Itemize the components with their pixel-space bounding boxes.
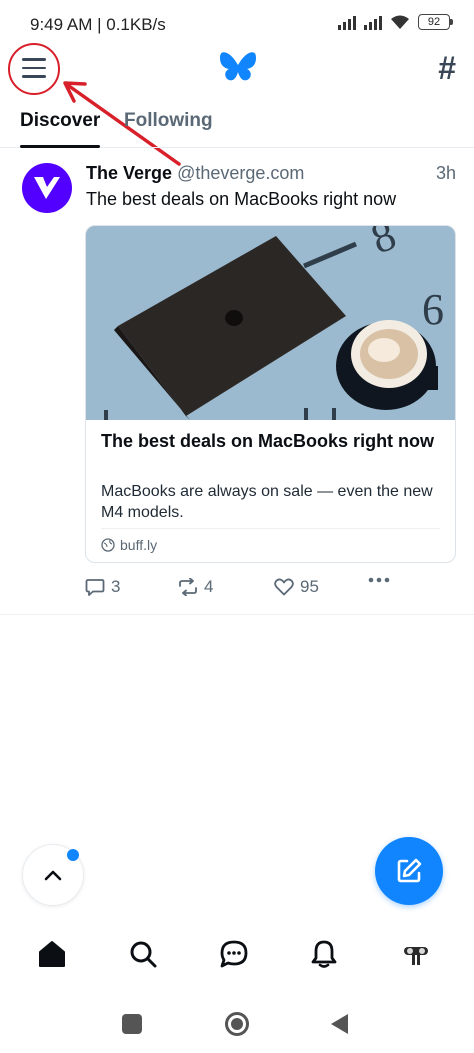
nav-home[interactable] <box>34 936 70 972</box>
bottom-nav <box>0 924 474 984</box>
link-card-domain: buff.ly <box>120 537 158 553</box>
nav-notifications[interactable] <box>306 936 342 972</box>
tab-indicator <box>20 145 100 148</box>
link-card-title: The best deals on MacBooks right now <box>101 431 435 451</box>
globe-icon <box>101 538 115 552</box>
more-dots-icon <box>368 577 390 583</box>
battery-icon: 92 <box>418 14 453 30</box>
search-icon <box>130 941 157 968</box>
feed-post[interactable]: The Verge @theverge.com 3h The best deal… <box>0 149 474 615</box>
chevron-up-icon <box>44 870 62 881</box>
system-home-button[interactable] <box>225 1012 249 1036</box>
status-bar: 9:49 AM | 0.1KB/s 92 <box>0 0 474 50</box>
post-text: The best deals on MacBooks right now <box>86 189 397 209</box>
repost-button[interactable]: 4 <box>178 577 213 597</box>
signal-icon-2 <box>364 14 382 30</box>
repost-count: 4 <box>204 577 214 596</box>
tab-following[interactable]: Following <box>124 110 213 132</box>
nav-chat[interactable] <box>216 936 252 972</box>
post-time: 3h <box>435 163 456 183</box>
verge-logo-icon <box>34 177 60 199</box>
new-posts-dot <box>67 849 79 861</box>
more-options-button[interactable] <box>368 577 390 583</box>
system-back-button[interactable] <box>331 1014 348 1034</box>
battery-level: 92 <box>427 16 441 28</box>
butterfly-logo-icon <box>220 52 256 81</box>
author-line: The Verge @theverge.com <box>86 163 304 184</box>
svg-text:6: 6 <box>422 285 444 334</box>
author-name[interactable]: The Verge <box>86 163 172 183</box>
profile-icon <box>403 941 429 967</box>
bell-icon <box>311 940 337 968</box>
author-handle[interactable]: @theverge.com <box>177 163 304 183</box>
link-card-description: MacBooks are always on sale — even the n… <box>101 483 433 521</box>
home-icon <box>39 941 65 967</box>
feed-tabs: Discover Following <box>0 104 474 148</box>
status-time: 9:49 AM | 0.1KB/s <box>30 15 166 34</box>
link-card-image: 8 6 <box>86 226 455 420</box>
heart-icon <box>274 578 294 596</box>
recent-apps-button[interactable] <box>122 1014 142 1034</box>
link-card[interactable]: 8 6 The best deals on MacBooks right now… <box>85 225 456 563</box>
reply-button[interactable]: 3 <box>85 577 120 597</box>
post-actions: 3 4 95 <box>85 577 456 601</box>
link-card-divider <box>101 528 440 529</box>
system-nav-bar <box>0 1000 474 1053</box>
tab-discover[interactable]: Discover <box>20 110 100 132</box>
nav-search[interactable] <box>125 936 161 972</box>
like-count: 95 <box>300 577 319 596</box>
link-card-domain-row: buff.ly <box>101 537 157 553</box>
nav-profile[interactable] <box>398 936 434 972</box>
signal-icon <box>338 14 356 30</box>
status-icons: 92 <box>338 14 453 30</box>
avatar[interactable] <box>22 163 72 213</box>
reply-icon <box>85 578 105 596</box>
chat-icon <box>220 940 248 968</box>
wifi-icon <box>391 15 409 29</box>
compose-icon <box>397 858 422 883</box>
scroll-to-top-button[interactable] <box>22 844 84 906</box>
reply-count: 3 <box>111 577 121 596</box>
repost-icon <box>179 578 197 596</box>
like-button[interactable]: 95 <box>274 577 319 597</box>
compose-button[interactable] <box>375 837 443 905</box>
annotation-circle <box>8 43 60 95</box>
hash-icon[interactable]: # <box>438 52 456 84</box>
